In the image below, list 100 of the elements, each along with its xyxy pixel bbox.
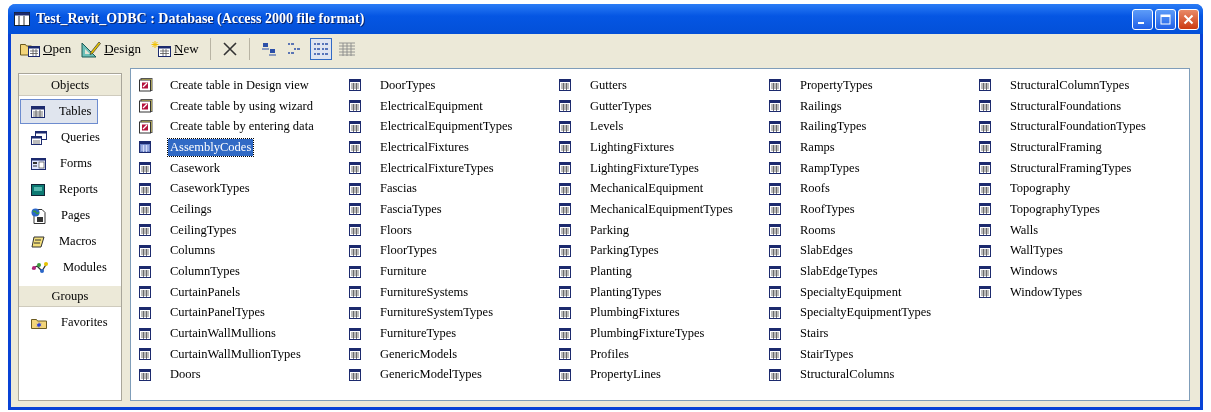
table-item[interactable]: GenericModels xyxy=(378,345,460,363)
table-item[interactable]: FasciaTypes xyxy=(378,200,444,218)
table-item[interactable]: StructuralColumns xyxy=(798,366,897,384)
table-item[interactable]: CurtainWallMullions xyxy=(168,325,278,343)
table-item[interactable]: WallTypes xyxy=(1008,242,1065,260)
table-item[interactable]: CurtainPanels xyxy=(168,283,243,301)
object-type-item[interactable]: Pages xyxy=(20,203,98,228)
table-item[interactable]: SpecialtyEquipment xyxy=(798,283,904,301)
table-item[interactable]: ParkingTypes xyxy=(588,242,661,260)
table-item[interactable]: LightingFixtures xyxy=(588,138,677,156)
table-item[interactable]: Planting xyxy=(588,263,634,281)
table-item[interactable]: CurtainPanelTypes xyxy=(168,304,267,322)
table-item[interactable]: Doors xyxy=(168,366,203,384)
close-button[interactable] xyxy=(1178,8,1199,30)
table-item[interactable]: Railings xyxy=(798,97,844,115)
table-item[interactable]: LightingFixtureTypes xyxy=(588,159,701,177)
table-item[interactable]: FurnitureSystems xyxy=(378,283,471,301)
table-item[interactable]: AssemblyCodes xyxy=(168,138,254,156)
table-item[interactable]: ElectricalFixtureTypes xyxy=(378,159,496,177)
table-item[interactable]: StructuralFoundations xyxy=(1008,97,1124,115)
object-type-item[interactable]: Favorites xyxy=(20,310,115,335)
view-details-icon xyxy=(337,40,357,58)
table-item[interactable]: PlumbingFixtureTypes xyxy=(588,325,707,343)
object-type-item[interactable]: Reports xyxy=(20,177,105,202)
table-icon xyxy=(139,348,151,361)
table-item[interactable]: StructuralColumnTypes xyxy=(1008,76,1132,94)
table-item[interactable]: Walls xyxy=(1008,221,1041,239)
table-item[interactable]: DoorTypes xyxy=(378,76,438,94)
table-item[interactable]: Casework xyxy=(168,159,222,177)
maximize-button[interactable] xyxy=(1155,8,1176,30)
view-list-button[interactable] xyxy=(309,38,332,60)
design-button[interactable]: Design xyxy=(78,38,144,60)
table-item[interactable]: SlabEdgeTypes xyxy=(798,263,880,281)
table-item[interactable]: SlabEdges xyxy=(798,242,855,260)
table-item[interactable]: CaseworkTypes xyxy=(168,180,252,198)
table-item[interactable]: ElectricalFixtures xyxy=(378,138,471,156)
table-item[interactable]: PropertyTypes xyxy=(798,76,875,94)
table-item[interactable]: Windows xyxy=(1008,263,1060,281)
table-icon xyxy=(349,203,361,216)
table-item[interactable]: TopographyTypes xyxy=(1008,200,1102,218)
table-item[interactable]: Rooms xyxy=(798,221,838,239)
table-icon xyxy=(769,100,781,113)
table-item[interactable]: MechanicalEquipment xyxy=(588,180,706,198)
table-item[interactable]: StructuralFraming xyxy=(1008,138,1104,156)
table-item[interactable]: PropertyLines xyxy=(588,366,663,384)
table-item[interactable]: CeilingTypes xyxy=(168,221,239,239)
object-type-item[interactable]: Forms xyxy=(20,151,99,176)
minimize-icon xyxy=(1138,21,1144,24)
table-item[interactable]: Floors xyxy=(378,221,414,239)
open-button[interactable]: Open xyxy=(17,39,75,59)
table-item[interactable]: Topography xyxy=(1008,180,1073,198)
table-item[interactable]: GutterTypes xyxy=(588,97,654,115)
table-item[interactable]: Columns xyxy=(168,242,218,260)
section-header[interactable]: Objects xyxy=(19,74,121,96)
object-type-item[interactable]: Queries xyxy=(20,125,107,150)
table-item[interactable]: Levels xyxy=(588,118,626,136)
table-item[interactable]: WindowTypes xyxy=(1008,283,1085,301)
table-item[interactable]: Gutters xyxy=(588,76,629,94)
table-item[interactable]: ColumnTypes xyxy=(168,263,242,281)
table-item[interactable]: StructuralFoundationTypes xyxy=(1008,118,1148,136)
new-button[interactable]: New xyxy=(148,39,202,59)
table-item[interactable]: Fascias xyxy=(378,180,419,198)
table-item[interactable]: MechanicalEquipmentTypes xyxy=(588,200,735,218)
table-item[interactable]: StructuralFramingTypes xyxy=(1008,159,1134,177)
table-item[interactable]: StairTypes xyxy=(798,345,856,363)
shortcut-item[interactable]: Create table by entering data xyxy=(168,118,316,136)
shortcut-item[interactable]: Create table in Design view xyxy=(168,76,311,94)
table-item[interactable]: Ramps xyxy=(798,138,837,156)
table-item[interactable]: FurnitureTypes xyxy=(378,325,459,343)
table-item[interactable]: Stairs xyxy=(798,325,831,343)
table-item[interactable]: CurtainWallMullionTypes xyxy=(168,345,303,363)
table-icon xyxy=(559,244,571,257)
stacked-tables-icon xyxy=(31,130,47,145)
table-item[interactable]: Parking xyxy=(588,221,631,239)
table-item[interactable]: RampTypes xyxy=(798,159,862,177)
table-icon xyxy=(559,327,571,340)
table-item[interactable]: Furniture xyxy=(378,263,429,281)
table-item[interactable]: Ceilings xyxy=(168,200,214,218)
table-icon xyxy=(559,100,571,113)
table-item[interactable]: PlantingTypes xyxy=(588,283,664,301)
table-item[interactable]: PlumbingFixtures xyxy=(588,304,682,322)
table-icon xyxy=(559,368,571,381)
minimize-button[interactable] xyxy=(1132,8,1153,30)
table-item[interactable]: ElectricalEquipmentTypes xyxy=(378,118,515,136)
table-item[interactable]: GenericModelTypes xyxy=(378,366,484,384)
object-type-item[interactable]: Tables xyxy=(20,99,99,124)
object-type-item[interactable]: Modules xyxy=(20,255,114,280)
object-type-item[interactable]: Macros xyxy=(20,229,104,254)
table-item[interactable]: Profiles xyxy=(588,345,631,363)
shortcut-item[interactable]: Create table by using wizard xyxy=(168,97,315,115)
table-item[interactable]: SpecialtyEquipmentTypes xyxy=(798,304,934,322)
section-header[interactable]: Groups xyxy=(19,285,121,307)
table-item[interactable]: FurnitureSystemTypes xyxy=(378,304,495,322)
table-item[interactable]: RailingTypes xyxy=(798,118,869,136)
table-item[interactable]: ElectricalEquipment xyxy=(378,97,485,115)
table-item[interactable]: FloorTypes xyxy=(378,242,439,260)
table-item[interactable]: Roofs xyxy=(798,180,832,198)
table-item[interactable]: RoofTypes xyxy=(798,200,857,218)
table-icon xyxy=(979,141,991,154)
table-icon xyxy=(769,120,781,133)
